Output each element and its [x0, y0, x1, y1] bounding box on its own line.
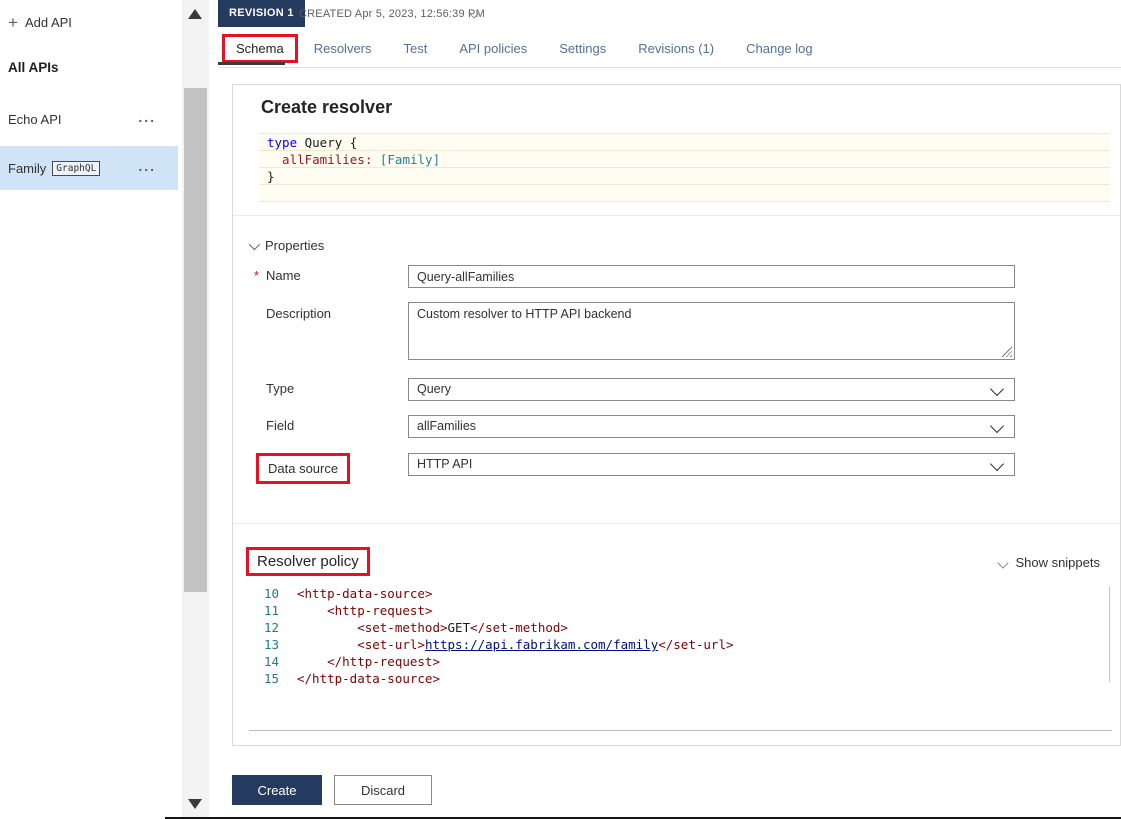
code-line: type Query {	[259, 134, 1110, 151]
chevron-down-icon	[997, 556, 1010, 569]
plus-icon: +	[8, 12, 18, 32]
graphql-badge: GraphQL	[52, 160, 101, 176]
tab-resolvers[interactable]: Resolvers	[314, 41, 372, 56]
line-number: 15	[263, 671, 279, 686]
code-line: 14 </http-request>	[249, 653, 1116, 670]
type-label: Type	[266, 381, 295, 396]
discard-button[interactable]: Discard	[334, 775, 432, 805]
annotation-red-box: Schema	[222, 33, 298, 63]
data-source-dropdown[interactable]: HTTP API	[408, 453, 1015, 476]
code-line: 11 <http-request>	[249, 602, 1116, 619]
chevron-down-icon	[989, 418, 1005, 434]
editor-vertical-scrollbar[interactable]	[1109, 587, 1110, 682]
graphql-schema-editor[interactable]: type Query { allFamilies: [Family]}	[259, 133, 1110, 202]
chevron-down-icon	[248, 238, 261, 250]
description-field-wrap: Custom resolver to HTTP API backend	[408, 302, 1015, 360]
code-line: }	[259, 168, 1110, 185]
line-number: 10	[263, 586, 279, 601]
line-number: 12	[263, 620, 279, 635]
properties-expander[interactable]: Properties	[248, 238, 325, 253]
sidebar-scrollbar[interactable]	[182, 0, 209, 819]
tabs-divider	[218, 67, 1121, 68]
chevron-down-icon	[989, 381, 1005, 397]
line-number: 13	[263, 637, 279, 652]
resolver-policy-heading: Resolver policy	[246, 547, 370, 576]
created-timestamp: CREATED Apr 5, 2023, 12:56:39 PM	[299, 8, 485, 20]
scrollbar-thumb[interactable]	[184, 88, 207, 592]
field-label: Field	[266, 418, 295, 433]
all-apis-heading: All APIs	[8, 60, 59, 75]
api-item-label: Family	[8, 160, 47, 176]
line-number: 11	[263, 603, 279, 618]
chevron-down-icon	[989, 456, 1005, 472]
sidebar-item-echo-api[interactable]: Echo API ...	[0, 104, 178, 134]
tab-bar: Schema Resolvers Test API policies Setti…	[222, 33, 829, 63]
field-dropdown[interactable]: allFamilies	[408, 415, 1015, 438]
section-divider	[233, 215, 1120, 216]
tab-change-log[interactable]: Change log	[746, 41, 813, 56]
type-dropdown[interactable]: Query	[408, 378, 1015, 401]
line-number: 14	[263, 654, 279, 669]
create-resolver-panel: Create resolver type Query { allFamilies…	[232, 84, 1121, 746]
annotation-red-box: Data source	[256, 453, 351, 484]
annotation-red-box: Resolver policy	[246, 547, 370, 576]
tab-settings[interactable]: Settings	[559, 41, 606, 56]
create-button[interactable]: Create	[232, 775, 322, 805]
editor-horizontal-scrollbar[interactable]	[249, 730, 1112, 731]
tab-revisions[interactable]: Revisions (1)	[638, 41, 714, 56]
policy-code-editor[interactable]: 10 <http-data-source> 11 <http-request> 12 …	[249, 585, 1116, 715]
properties-label: Properties	[265, 238, 325, 253]
page-title: Create resolver	[261, 97, 393, 117]
sidebar-item-family[interactable]: Family GraphQL ...	[0, 146, 178, 190]
api-item-label: Echo API	[8, 111, 62, 127]
scroll-down-icon[interactable]	[188, 799, 202, 809]
tab-schema[interactable]: Schema	[222, 33, 298, 63]
add-api-label: Add API	[24, 14, 72, 30]
revision-badge: REVISION 1	[218, 0, 305, 27]
description-textarea[interactable]: Custom resolver to HTTP API backend	[408, 302, 1015, 360]
active-tab-underline	[218, 62, 285, 65]
data-source-label: Data source	[256, 453, 351, 484]
tab-test[interactable]: Test	[404, 41, 428, 56]
code-line	[259, 185, 1110, 202]
code-line: allFamilies: [Family]	[259, 151, 1110, 168]
code-line: 15 </http-data-source>	[249, 670, 1116, 687]
name-label: * Name	[254, 268, 301, 283]
section-divider	[233, 523, 1120, 524]
name-input[interactable]	[408, 265, 1015, 288]
ellipsis-icon[interactable]: ...	[138, 158, 156, 174]
code-line: 13 <set-url>https://api.fabrikam.com/fam…	[249, 636, 1116, 653]
ellipsis-icon[interactable]: ...	[138, 109, 156, 125]
api-sidebar: + Add API All APIs Echo API ... Family G…	[0, 0, 178, 819]
description-label: Description	[266, 306, 332, 321]
required-marker: *	[254, 268, 260, 283]
screen: + Add API All APIs Echo API ... Family G…	[0, 0, 1121, 819]
code-line: 10 <http-data-source>	[249, 585, 1116, 602]
add-api-button[interactable]: + Add API	[8, 10, 72, 34]
code-line: 12 <set-method>GET</set-method>	[249, 619, 1116, 636]
show-snippets-button[interactable]: Show snippets	[997, 555, 1100, 570]
scroll-up-icon[interactable]	[188, 9, 202, 19]
tab-api-policies[interactable]: API policies	[459, 41, 527, 56]
